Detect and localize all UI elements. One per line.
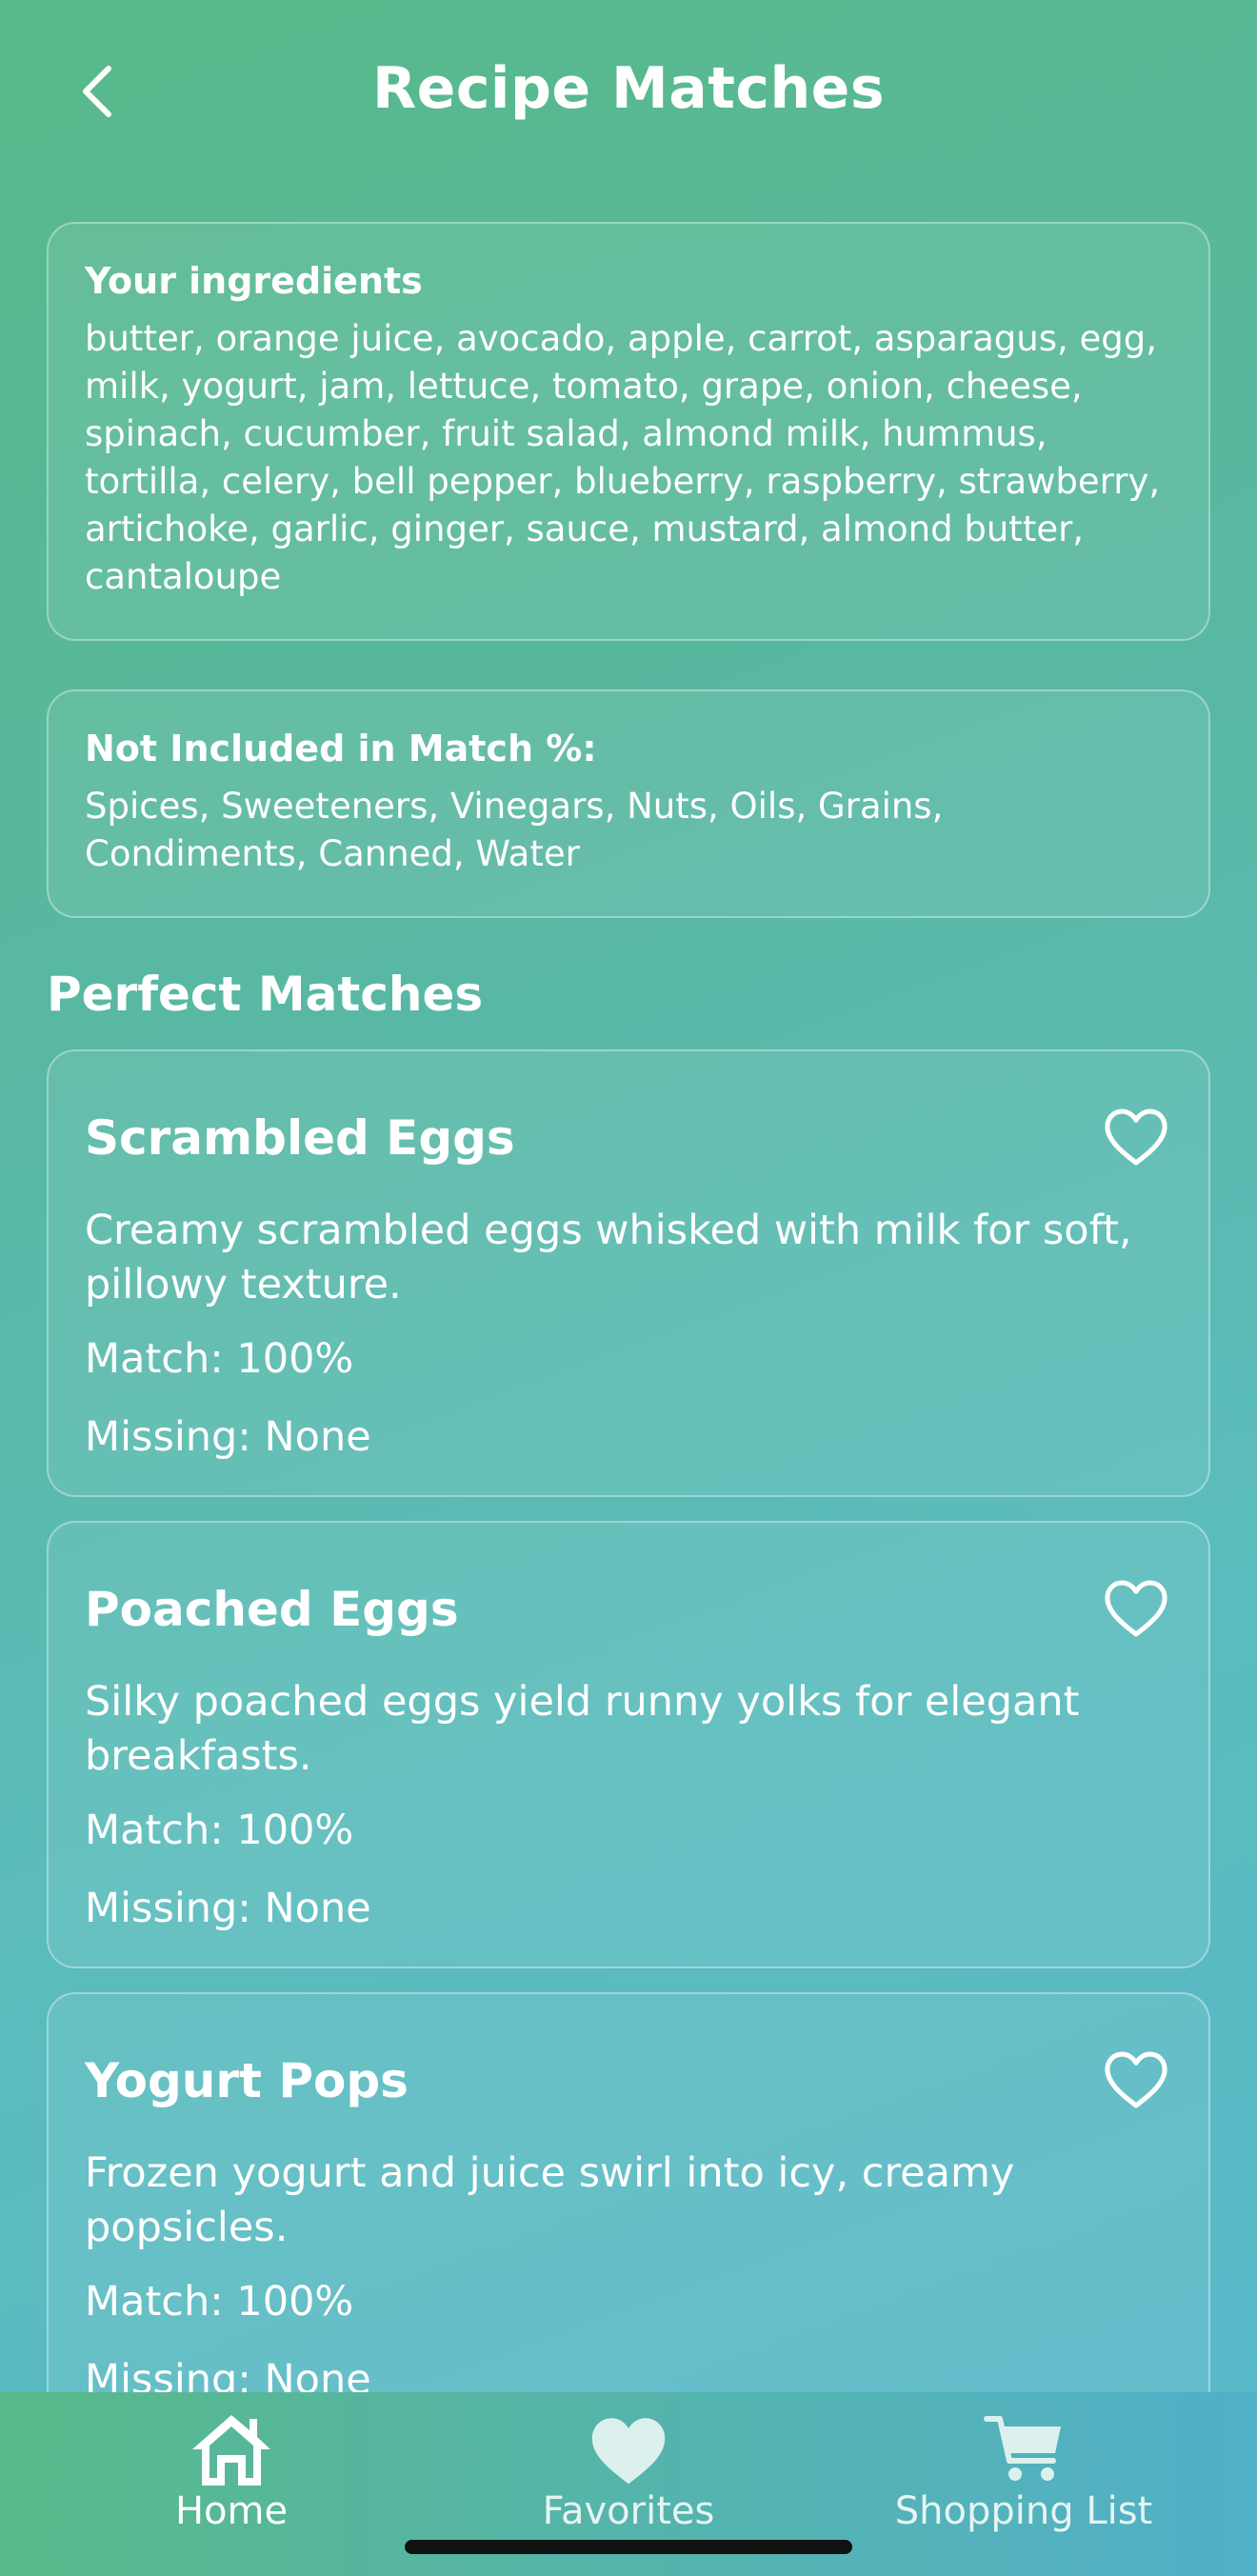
ingredients-label: Your ingredients [85, 260, 423, 302]
recipe-card[interactable]: Yogurt Pops Frozen yogurt and juice swir… [47, 1992, 1210, 2392]
page-title: Recipe Matches [371, 55, 886, 122]
favorite-button[interactable] [1100, 1572, 1172, 1645]
excluded-list: Spices, Sweeteners, Vinegars, Nuts, Oils… [85, 786, 944, 874]
heart-outline-icon [1105, 1108, 1167, 1166]
header: Recipe Matches [0, 0, 1257, 181]
recipe-title: Scrambled Eggs [85, 1110, 515, 1166]
tab-shopping[interactable]: Shopping List [881, 2411, 1167, 2545]
recipe-missing: Missing: None [85, 1413, 371, 1461]
recipe-title: Poached Eggs [85, 1582, 459, 1637]
recipe-description: Creamy scrambled eggs whisked with milk … [85, 1207, 1132, 1308]
recipe-title: Yogurt Pops [85, 2053, 409, 2108]
recipe-match: Match: 100% [85, 1807, 354, 1854]
excluded-card: Not Included in Match %: Spices, Sweeten… [47, 689, 1210, 918]
recipe-missing: Missing: None [85, 2356, 371, 2392]
excluded-label: Not Included in Match %: [85, 728, 597, 769]
heart-outline-icon [1105, 2051, 1167, 2108]
house-icon [192, 2415, 270, 2486]
recipe-card[interactable]: Poached Eggs Silky poached eggs yield ru… [47, 1521, 1210, 1968]
recipe-list[interactable]: Scrambled Eggs Creamy scrambled eggs whi… [0, 1048, 1257, 2392]
recipe-match: Match: 100% [85, 2278, 354, 2326]
ingredients-list: butter, orange juice, avocado, apple, ca… [85, 318, 1161, 597]
tab-favorites[interactable]: Favorites [486, 2411, 771, 2545]
heart-icon [591, 2418, 666, 2485]
cart-icon [984, 2416, 1061, 2481]
favorite-button[interactable] [1100, 1101, 1172, 1173]
recipe-description: Frozen yogurt and juice swirl into icy, … [85, 2149, 1015, 2251]
tab-favorites-label: Favorites [542, 2489, 715, 2533]
recipe-card[interactable]: Scrambled Eggs Creamy scrambled eggs whi… [47, 1049, 1210, 1497]
recipe-missing: Missing: None [85, 1885, 371, 1932]
favorite-button[interactable] [1100, 2044, 1172, 2116]
tab-home[interactable]: Home [89, 2411, 374, 2545]
section-title: Perfect Matches [47, 967, 484, 1022]
ingredients-card: Your ingredients butter, orange juice, a… [47, 222, 1210, 641]
tab-home-label: Home [174, 2489, 289, 2533]
heart-outline-icon [1105, 1580, 1167, 1637]
recipe-description: Silky poached eggs yield runny yolks for… [85, 1678, 1080, 1780]
home-indicator [405, 2540, 852, 2554]
tab-shopping-label: Shopping List [894, 2489, 1153, 2533]
recipe-match: Match: 100% [85, 1335, 354, 1383]
